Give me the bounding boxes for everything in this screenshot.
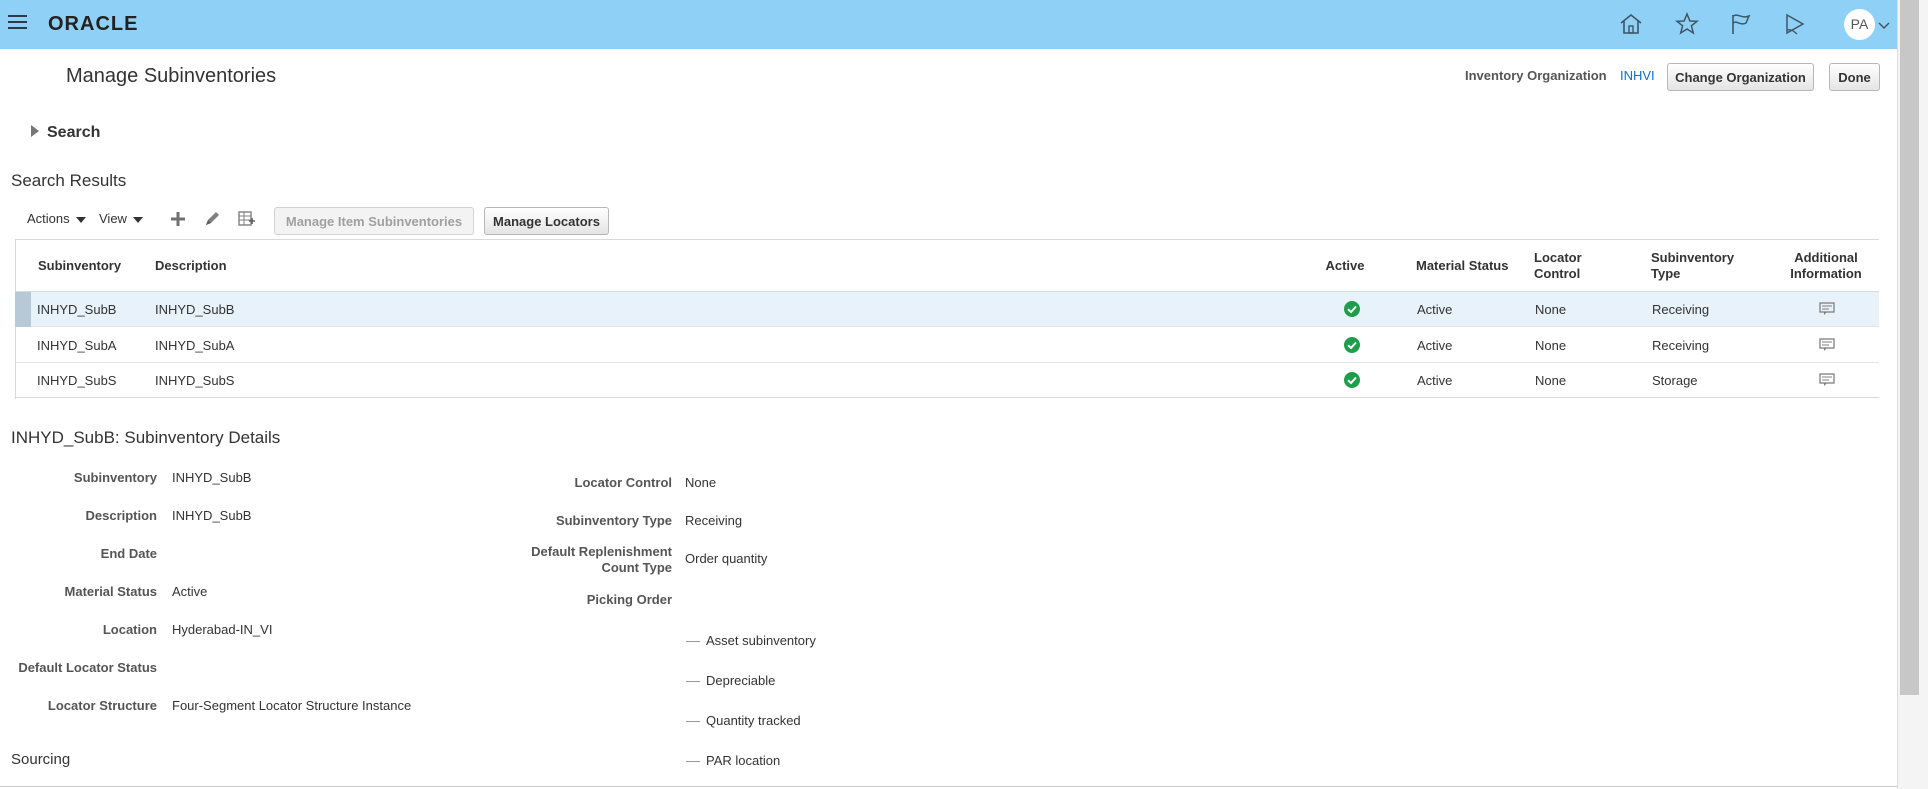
- detail-label-subinventory: Subinventory: [73, 470, 157, 485]
- detail-label-picking-order: Picking Order: [586, 592, 672, 607]
- detail-label-end-date: End Date: [100, 546, 157, 561]
- col-locator-control[interactable]: Locator Control: [1534, 240, 1604, 292]
- detail-value-default-replenishment: Order quantity: [685, 551, 768, 566]
- detail-label-location: Location: [102, 622, 157, 637]
- detail-value-location: Hyderabad-IN_VI: [172, 622, 273, 637]
- active-check-icon: [1344, 372, 1360, 388]
- row-selection-marker: [15, 292, 31, 327]
- detail-value-description: INHYD_SubB: [172, 508, 252, 523]
- detail-value-material-status: Active: [172, 584, 208, 599]
- done-button[interactable]: Done: [1829, 63, 1880, 91]
- page-bottom-divider: [0, 786, 1897, 787]
- search-section-header[interactable]: Search: [47, 124, 100, 142]
- detail-value-subinventory: INHYD_SubB: [172, 470, 252, 485]
- expand-triangle-icon[interactable]: [30, 124, 40, 137]
- user-avatar[interactable]: PA: [1844, 9, 1875, 40]
- duplicate-rows-icon[interactable]: [236, 209, 256, 229]
- col-subinventory-type[interactable]: Subinventory Type: [1651, 240, 1751, 292]
- global-header: ORACLE PA: [0, 0, 1897, 49]
- change-organization-button[interactable]: Change Organization: [1667, 63, 1814, 91]
- detail-value-locator-structure: Four-Segment Locator Structure Instance: [172, 698, 412, 713]
- detail-label-locator-structure: Locator Structure: [47, 698, 157, 713]
- cell-material-status: Active: [1417, 302, 1453, 317]
- home-icon[interactable]: [1617, 10, 1645, 38]
- cell-description: INHYD_SubB: [155, 302, 235, 317]
- cell-subinventory: INHYD_SubB: [37, 302, 117, 317]
- view-menu[interactable]: View: [99, 211, 143, 226]
- depreciable-label: Depreciable: [706, 673, 776, 688]
- table-row[interactable]: INHYD_SubB INHYD_SubB Active None Receiv…: [15, 292, 1879, 327]
- flag-icon[interactable]: [1727, 10, 1755, 38]
- cell-locator-control: None: [1535, 338, 1567, 353]
- detail-label-default-replenishment-line1: Default Replenishment: [531, 544, 672, 559]
- page-title: Manage Subinventories: [66, 65, 277, 87]
- cell-description: INHYD_SubS: [155, 373, 235, 388]
- additional-information-icon[interactable]: [1819, 373, 1835, 387]
- cell-locator-control: None: [1535, 302, 1567, 317]
- asset-subinventory-label: Asset subinventory: [706, 633, 816, 648]
- scrollbar-thumb[interactable]: [1900, 0, 1919, 695]
- subinventories-table: Subinventory Description Active Material…: [15, 239, 1879, 399]
- subinventory-details-title: INHYD_SubB: Subinventory Details: [11, 428, 281, 447]
- quantity-tracked-label: Quantity tracked: [706, 713, 801, 728]
- page-scrollbar[interactable]: [1897, 0, 1928, 789]
- chevron-down-icon[interactable]: [1878, 18, 1890, 30]
- cell-subinventory-type: Receiving: [1652, 338, 1710, 353]
- depreciable-checkbox[interactable]: [686, 681, 700, 682]
- edit-pencil-icon[interactable]: [202, 209, 222, 229]
- favorites-star-icon[interactable]: [1673, 10, 1701, 38]
- cell-material-status: Active: [1417, 373, 1453, 388]
- cell-subinventory: INHYD_SubA: [37, 338, 117, 353]
- detail-value-locator-control: None: [685, 475, 717, 490]
- additional-information-icon[interactable]: [1819, 338, 1835, 352]
- manage-item-subinventories-button[interactable]: Manage Item Subinventories: [274, 207, 474, 235]
- inventory-organization-value: INHVI: [1620, 68, 1655, 83]
- cell-subinventory: INHYD_SubS: [37, 373, 117, 388]
- actions-menu[interactable]: Actions: [27, 211, 86, 226]
- additional-information-icon[interactable]: [1819, 302, 1835, 316]
- active-check-icon: [1344, 301, 1360, 317]
- col-description[interactable]: Description: [155, 240, 275, 292]
- table-row[interactable]: INHYD_SubS INHYD_SubS Active None Storag…: [15, 363, 1879, 398]
- search-results-title: Search Results: [11, 171, 127, 190]
- detail-label-material-status: Material Status: [64, 584, 157, 599]
- asset-subinventory-checkbox[interactable]: [686, 641, 700, 642]
- quantity-tracked-checkbox[interactable]: [686, 721, 700, 722]
- notifications-icon[interactable]: [1781, 10, 1809, 38]
- manage-locators-button[interactable]: Manage Locators: [484, 207, 609, 235]
- inventory-organization-label: Inventory Organization: [1465, 68, 1607, 83]
- detail-label-default-replenishment-line2: Count Type: [601, 560, 672, 575]
- oracle-logo: ORACLE: [48, 13, 139, 35]
- caret-down-icon: [75, 216, 86, 223]
- navigator-menu-icon[interactable]: [8, 15, 27, 30]
- col-subinventory[interactable]: Subinventory: [38, 240, 148, 292]
- active-check-icon: [1344, 337, 1360, 353]
- detail-label-default-replenishment: Default Replenishment Count Type: [531, 544, 672, 576]
- cell-description: INHYD_SubA: [155, 338, 235, 353]
- col-material-status[interactable]: Material Status: [1416, 240, 1526, 292]
- col-active[interactable]: Active: [1320, 240, 1370, 292]
- add-icon[interactable]: [168, 209, 188, 229]
- cell-subinventory-type: Storage: [1652, 373, 1698, 388]
- table-row[interactable]: INHYD_SubA INHYD_SubA Active None Receiv…: [15, 328, 1879, 363]
- detail-label-subinventory-type: Subinventory Type: [555, 513, 672, 528]
- cell-locator-control: None: [1535, 373, 1567, 388]
- sourcing-section-title: Sourcing: [11, 751, 71, 768]
- caret-down-icon: [132, 216, 143, 223]
- par-location-checkbox[interactable]: [686, 761, 700, 762]
- col-additional-information[interactable]: Additional Information: [1776, 240, 1876, 292]
- detail-value-subinventory-type: Receiving: [685, 513, 743, 528]
- detail-label-description: Description: [85, 508, 157, 523]
- detail-label-default-locator-status: Default Locator Status: [18, 660, 157, 675]
- detail-label-locator-control: Locator Control: [574, 475, 673, 490]
- cell-subinventory-type: Receiving: [1652, 302, 1710, 317]
- actions-menu-label: Actions: [27, 211, 70, 226]
- par-location-label: PAR location: [706, 753, 781, 768]
- cell-material-status: Active: [1417, 338, 1453, 353]
- view-menu-label: View: [99, 211, 127, 226]
